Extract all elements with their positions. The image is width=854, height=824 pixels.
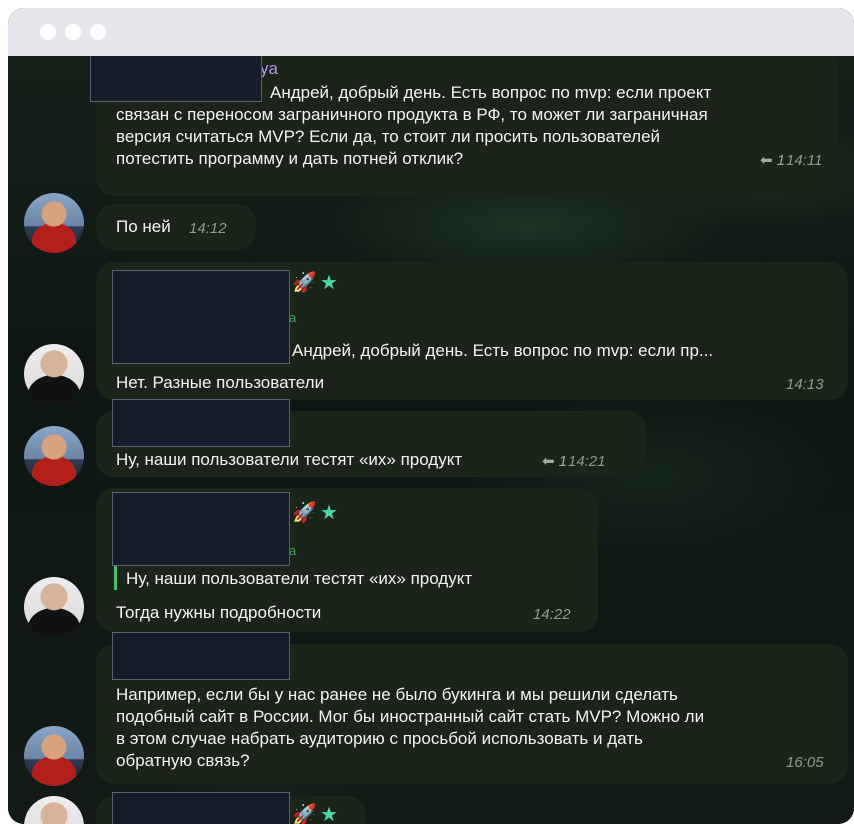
star-icon: ★ (320, 272, 338, 294)
quoted-text[interactable]: Андрей, добрый день. Есть вопрос по mvp:… (292, 340, 713, 362)
message-time: 16:05 (786, 754, 824, 771)
avatar-man[interactable] (24, 577, 84, 637)
message-time: 14:11 (786, 152, 823, 169)
message-line: потестить программу и дать потней отклик… (116, 149, 464, 168)
message-line: Андрей, добрый день. Есть вопрос по mvp:… (270, 83, 712, 102)
message-bubble[interactable]: По ней 14:12 (96, 204, 256, 250)
message-time: 14:12 (189, 220, 227, 237)
avatar-man[interactable] (24, 344, 84, 404)
message-line: Например, если бы у нас ранее не было бу… (116, 685, 678, 704)
message-bubble[interactable]: ya Андрей, добрый день. Есть вопрос по m… (90, 56, 838, 196)
rocket-icon: 🚀 (292, 502, 317, 524)
title-bar (8, 8, 854, 56)
message-time: 14:22 (533, 606, 571, 623)
message-bubble[interactable]: 🚀 ★ a Ну, наши пользователи тестят «их» … (96, 488, 598, 632)
quote-bar (114, 566, 117, 590)
message-time: 14:13 (786, 376, 824, 393)
message-line: версия считаться MVP? Если да, то стоит … (116, 127, 661, 146)
message-text: Нет. Разные пользователи (116, 373, 325, 392)
reply-arrow-icon: ⬅︎ (542, 453, 555, 470)
reply-count[interactable]: ⬅︎ 1 (542, 451, 567, 473)
close-dot[interactable] (40, 24, 56, 40)
rocket-icon: 🚀 (292, 804, 317, 824)
avatar-woman[interactable] (24, 193, 84, 253)
reply-count[interactable]: ⬅︎ 1 (760, 150, 785, 172)
sender-name-fragment: ya (260, 59, 278, 78)
redacted-sender (112, 399, 290, 447)
redacted-sender (112, 270, 290, 364)
message-bubble[interactable]: 🚀 ★ (96, 792, 366, 824)
avatar-man[interactable] (24, 796, 84, 824)
sender-initial: a (289, 543, 297, 558)
message-line: связан с переносом заграничного продукта… (116, 105, 708, 124)
message-list[interactable]: ya Андрей, добрый день. Есть вопрос по m… (8, 56, 854, 824)
message-text: Тогда нужны подробности (116, 603, 322, 622)
avatar-woman[interactable] (24, 726, 84, 786)
reply-arrow-icon: ⬅︎ (760, 152, 773, 169)
chat-window: ya Андрей, добрый день. Есть вопрос по m… (8, 8, 854, 824)
minimize-dot[interactable] (65, 24, 81, 40)
zoom-dot[interactable] (90, 24, 106, 40)
star-icon: ★ (320, 804, 338, 824)
avatar-woman[interactable] (24, 426, 84, 486)
rocket-icon: 🚀 (292, 272, 317, 294)
message-line: обратную связь? (116, 751, 250, 770)
quoted-text[interactable]: Ну, наши пользователи тестят «их» продук… (126, 568, 472, 590)
redacted-sender (90, 56, 262, 102)
message-text: По ней (116, 217, 171, 236)
message-line: в этом случае набрать аудиторию с просьб… (116, 729, 643, 748)
redacted-sender (112, 792, 290, 824)
redacted-sender (112, 492, 290, 566)
star-icon: ★ (320, 502, 338, 524)
message-time: 14:21 (568, 453, 606, 470)
message-text: Ну, наши пользователи тестят «их» продук… (116, 450, 463, 469)
redacted-sender (112, 632, 290, 680)
message-bubble[interactable]: Ну, наши пользователи тестят «их» продук… (96, 399, 646, 477)
message-bubble[interactable]: Например, если бы у нас ранее не было бу… (96, 632, 848, 784)
message-line: подобный сайт в России. Мог бы иностранн… (116, 707, 705, 726)
message-bubble[interactable]: 🚀 ★ a Андрей, добрый день. Есть вопрос п… (96, 262, 848, 400)
sender-initial: a (289, 310, 297, 325)
